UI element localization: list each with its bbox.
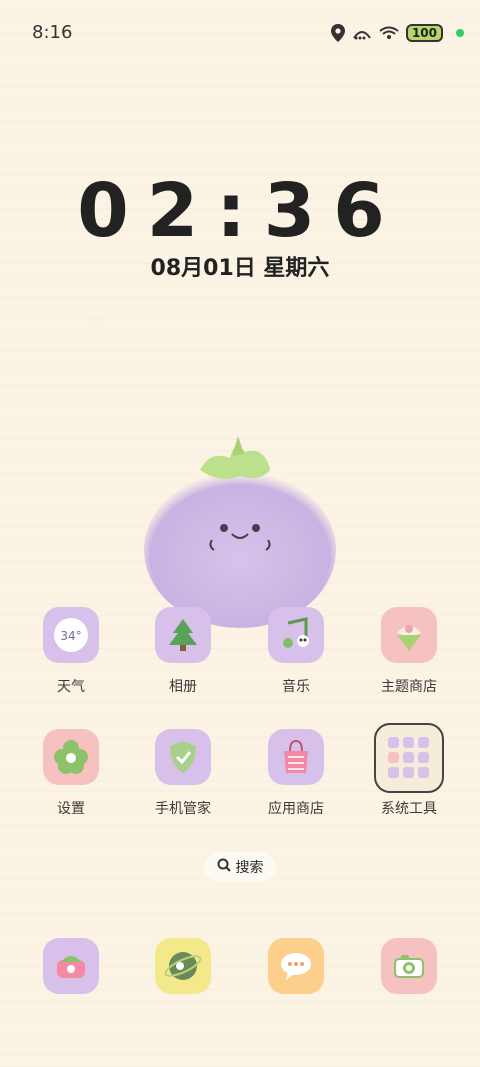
app-app-store[interactable]: 应用商店 — [240, 729, 352, 818]
shopping-bag-icon — [268, 729, 324, 785]
phone-manager-label: 手机管家 — [155, 801, 211, 817]
weather-icon: 34° — [43, 607, 99, 663]
app-system-tools[interactable]: 系统工具 — [353, 723, 465, 818]
status-time: 8:16 — [32, 22, 73, 43]
app-settings[interactable]: 设置 — [15, 729, 127, 818]
weather-label: 天气 — [57, 679, 85, 695]
dock-phone[interactable] — [15, 938, 127, 994]
dock-browser[interactable] — [127, 938, 239, 994]
lock-clock: 02:36 — [77, 168, 403, 254]
settings-label: 设置 — [57, 801, 85, 817]
shield-icon — [155, 729, 211, 785]
app-weather[interactable]: 34° 天气 — [15, 607, 127, 696]
photos-icon — [155, 607, 211, 663]
search-button[interactable]: 搜索 — [204, 852, 276, 882]
app-photos[interactable]: 相册 — [127, 607, 239, 696]
dock-messages[interactable] — [240, 938, 352, 994]
dock-camera[interactable] — [353, 938, 465, 994]
lock-date: 08月01日 星期六 — [150, 256, 330, 281]
signal-icon — [352, 26, 372, 40]
app-theme-store[interactable]: 主题商店 — [353, 607, 465, 696]
app-phone-manager[interactable]: 手机管家 — [127, 729, 239, 818]
messages-icon — [268, 938, 324, 994]
weather-temp: 34° — [60, 629, 81, 643]
photos-label: 相册 — [169, 679, 197, 695]
mangosteen-mascot — [140, 430, 340, 634]
search-icon — [217, 858, 231, 876]
system-tools-label: 系统工具 — [381, 801, 437, 817]
privacy-dot — [456, 29, 464, 37]
settings-flower-icon — [43, 729, 99, 785]
app-store-label: 应用商店 — [268, 801, 324, 817]
wifi-icon — [379, 26, 399, 40]
search-label: 搜索 — [235, 860, 264, 876]
app-music[interactable]: 音乐 — [240, 607, 352, 696]
battery-indicator: 100 — [405, 24, 443, 42]
folder-icon — [374, 723, 444, 793]
browser-icon — [155, 938, 211, 994]
camera-icon — [381, 938, 437, 994]
theme-store-icon — [381, 607, 437, 663]
music-icon — [268, 607, 324, 663]
status-icons: 100 — [330, 24, 464, 42]
phone-icon — [43, 938, 99, 994]
theme-store-label: 主题商店 — [381, 679, 437, 695]
music-label: 音乐 — [282, 679, 310, 695]
status-bar: 8:16 100 — [0, 0, 480, 68]
location-icon — [330, 24, 345, 42]
